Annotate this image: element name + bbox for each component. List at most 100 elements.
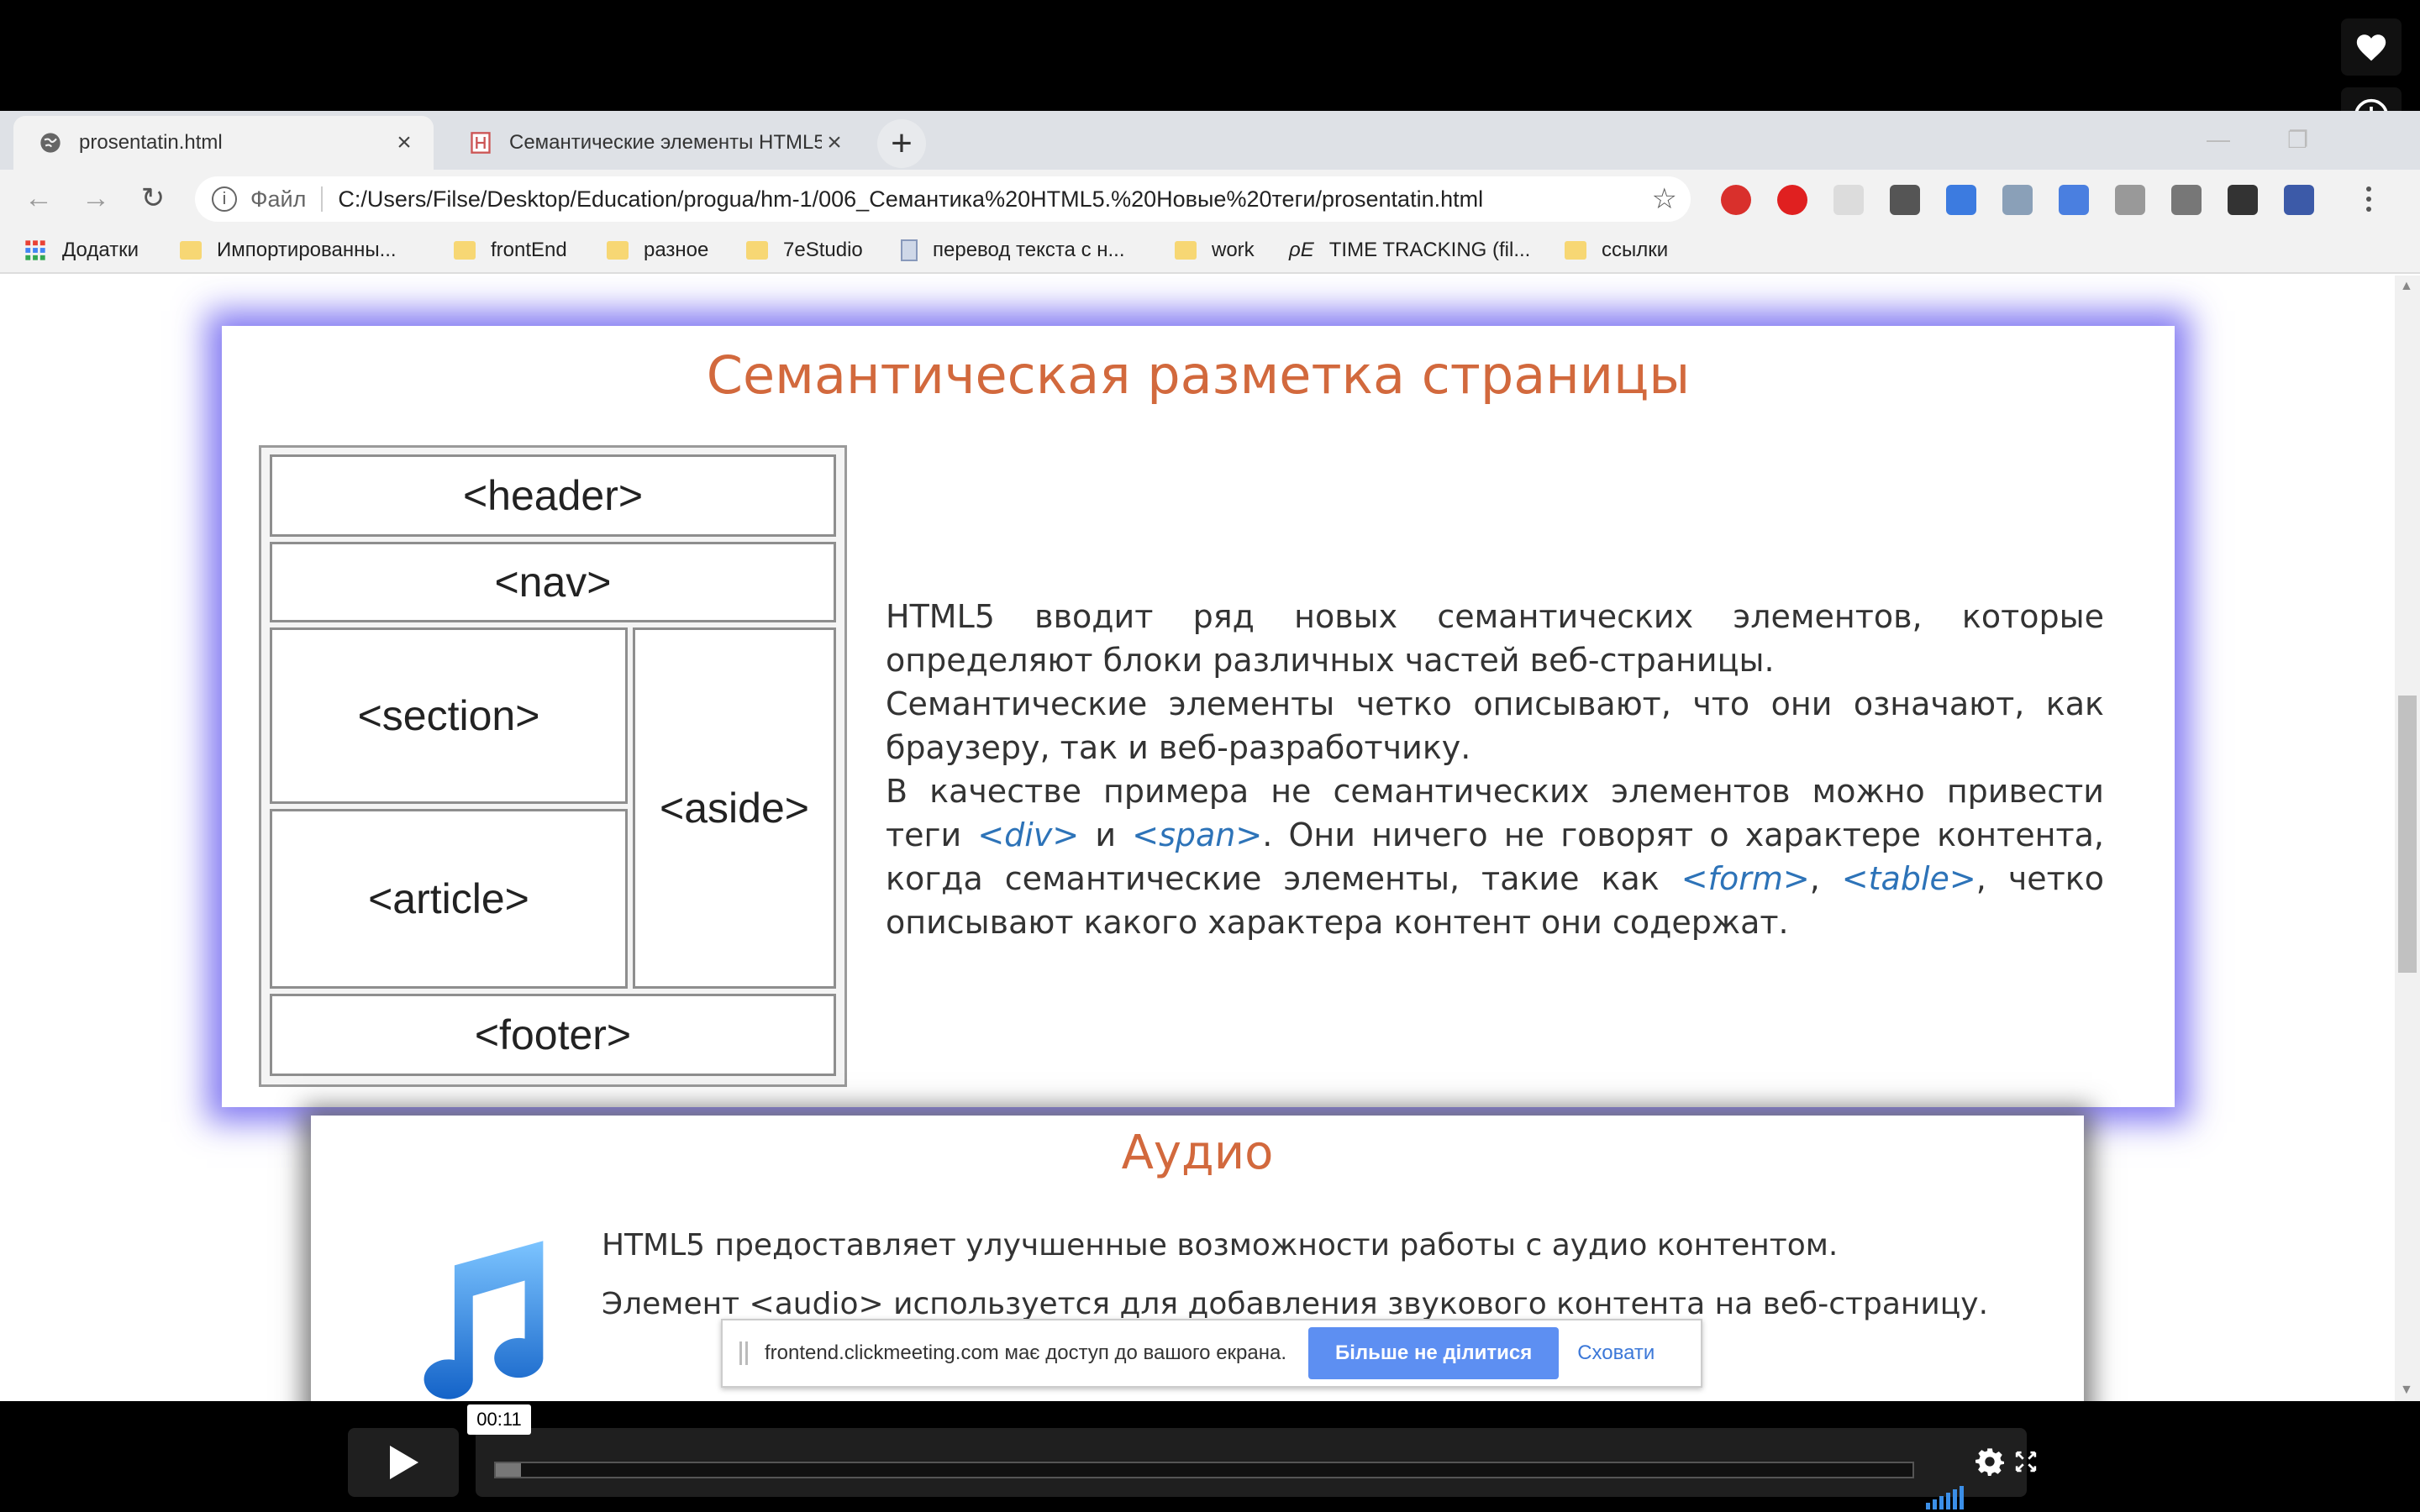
hide-button[interactable]: Сховати <box>1577 1341 1655 1365</box>
folder-icon <box>454 241 476 260</box>
scrollbar-thumb[interactable] <box>2398 696 2417 973</box>
bookmark-frontend[interactable]: frontEnd <box>454 235 567 265</box>
folder-icon <box>1175 241 1197 260</box>
google-translate-icon[interactable] <box>2059 185 2089 215</box>
description-paragraph-2: Семантические элементы четко описывают, … <box>886 685 2104 766</box>
bookmark-7estudio[interactable]: 7eStudio <box>746 235 863 265</box>
bookmark-apps[interactable]: Додатки <box>24 235 139 265</box>
video-player-controls: 00:11 <box>0 1401 2420 1512</box>
bookmark-translate[interactable]: перевод текста с н... <box>901 235 1125 265</box>
globe-icon <box>37 129 64 156</box>
folder-icon <box>607 241 629 260</box>
current-time: 00:11 <box>467 1404 531 1435</box>
tab-close-icon[interactable]: × <box>392 129 417 156</box>
address-scheme: Файл <box>250 186 307 212</box>
slide-title: Аудио <box>1121 1126 1274 1180</box>
bookmark-label: frontEnd <box>491 239 567 261</box>
address-url[interactable]: C:/Users/Filse/Desktop/Education/progua/… <box>338 186 1483 213</box>
diagram-nav-box: <nav> <box>270 542 836 622</box>
share-message: frontend.clickmeeting.com має доступ до … <box>765 1341 1286 1364</box>
ext-grid-icon[interactable] <box>1833 185 1864 215</box>
description-paragraph-1: HTML5 вводит ряд новых семантических эле… <box>886 598 2104 679</box>
page-scrollbar[interactable]: ▲ ▼ <box>2395 276 2420 1401</box>
bookmark-raznoe[interactable]: разное <box>607 235 708 265</box>
audio-line-1: HTML5 предоставляет улучшенные возможнос… <box>602 1228 1839 1263</box>
music-ext-icon[interactable] <box>2284 185 2314 215</box>
slide-description: HTML5 вводит ряд новых семантических эле… <box>886 595 2104 944</box>
stop-sharing-button[interactable]: Більше не ділитися <box>1308 1327 1560 1379</box>
play-button[interactable] <box>348 1428 459 1497</box>
bookmark-label: ссылки <box>1602 239 1669 261</box>
progress-bar[interactable] <box>494 1462 1914 1478</box>
folder-icon <box>746 241 768 260</box>
page-viewport[interactable]: Семантическая разметка страницы <header>… <box>0 276 2420 1401</box>
address-divider <box>321 186 324 212</box>
music-note-icon <box>424 1241 544 1399</box>
audio-line-2: Элемент <audio> используется для добавле… <box>602 1287 1989 1321</box>
slide-title: Семантическая разметка страницы <box>706 344 1691 406</box>
ut-icon[interactable] <box>2228 185 2258 215</box>
tag-div: <div> <box>977 816 1080 853</box>
bookmark-label: work <box>1212 239 1255 261</box>
new-tab-button[interactable]: + <box>877 119 926 168</box>
progress-container <box>476 1428 2037 1509</box>
tab-semantic-elements[interactable]: Семантические элементы HTML5 × <box>444 116 864 170</box>
translate-icon[interactable] <box>1946 185 1976 215</box>
description-paragraph-3: В качестве примера не семантических элем… <box>886 769 2104 944</box>
tab-title: prosentatin.html <box>79 131 223 154</box>
pe-icon: ρE <box>1289 239 1314 261</box>
reload-button[interactable]: ↻ <box>134 180 171 217</box>
bookmark-label: 7eStudio <box>783 239 863 261</box>
bookmark-label: Додатки <box>62 239 139 261</box>
diagram-footer-box: <footer> <box>270 994 836 1076</box>
diagram-section-box: <section> <box>270 627 628 804</box>
scroll-down-icon[interactable]: ▼ <box>2400 1383 2413 1398</box>
html-page-icon <box>467 129 494 156</box>
scroll-up-icon[interactable]: ▲ <box>2400 279 2413 294</box>
settings-gear-icon[interactable] <box>1973 1445 2007 1478</box>
bookmark-work[interactable]: work <box>1175 235 1255 265</box>
tab-title: Семантические элементы HTML5 <box>509 131 822 154</box>
forward-button[interactable]: → <box>77 180 114 217</box>
bookmark-label: TIME TRACKING (fil... <box>1328 239 1531 261</box>
qr-icon[interactable] <box>1890 185 1920 215</box>
opera-icon[interactable] <box>1777 185 1807 215</box>
bookmark-star-icon[interactable]: ☆ <box>1652 182 1677 216</box>
progress-fill <box>496 1463 522 1477</box>
download-icon[interactable] <box>2115 185 2145 215</box>
volume-icon[interactable] <box>1924 1480 1966 1512</box>
adblock-icon[interactable] <box>1721 185 1751 215</box>
tab-prosentatin[interactable]: prosentatin.html × <box>13 116 434 170</box>
page-icon <box>901 239 918 261</box>
id-icon[interactable] <box>2171 185 2202 215</box>
folder-icon <box>1565 241 1586 260</box>
like-button[interactable] <box>2341 18 2402 76</box>
tab-strip: prosentatin.html × Семантические элемент… <box>0 111 2420 170</box>
drag-handle-icon[interactable] <box>739 1341 748 1365</box>
eye-icon[interactable] <box>2002 185 2033 215</box>
bookmark-imported[interactable]: Импортированны... <box>180 235 397 265</box>
heart-icon <box>2356 34 2386 61</box>
text-fragment: и <box>1079 816 1133 853</box>
diagram-header-box: <header> <box>270 454 836 537</box>
apps-icon <box>25 240 45 260</box>
browser-toolbar: ← → ↻ i Файл C:/Users/Filse/Desktop/Educ… <box>0 170 2420 227</box>
info-icon[interactable]: i <box>212 186 237 212</box>
restore-icon[interactable]: ❐ <box>2287 126 2308 154</box>
address-bar[interactable]: i Файл C:/Users/Filse/Desktop/Education/… <box>195 176 1691 222</box>
back-button[interactable]: ← <box>20 180 57 217</box>
diagram-aside-box: <aside> <box>633 627 836 989</box>
semantic-layout-diagram: <header> <nav> <section> <aside> <articl… <box>259 445 847 1087</box>
tag-form: <form> <box>1681 860 1810 897</box>
bookmarks-bar: Додатки Импортированны... frontEnd разно… <box>0 227 2420 274</box>
bookmark-links[interactable]: ссылки <box>1565 235 1668 265</box>
fullscreen-icon[interactable] <box>2013 1445 2039 1478</box>
bookmark-time-tracking[interactable]: ρE TIME TRACKING (fil... <box>1289 235 1530 265</box>
minimize-icon[interactable]: — <box>2207 126 2230 153</box>
menu-icon[interactable] <box>2365 185 2375 215</box>
tag-span: <span> <box>1132 816 1263 853</box>
diagram-article-box: <article> <box>270 809 628 989</box>
tab-close-icon[interactable]: × <box>822 129 847 156</box>
play-icon <box>390 1446 418 1479</box>
slide-semantic-markup: Семантическая разметка страницы <header>… <box>222 326 2175 1107</box>
